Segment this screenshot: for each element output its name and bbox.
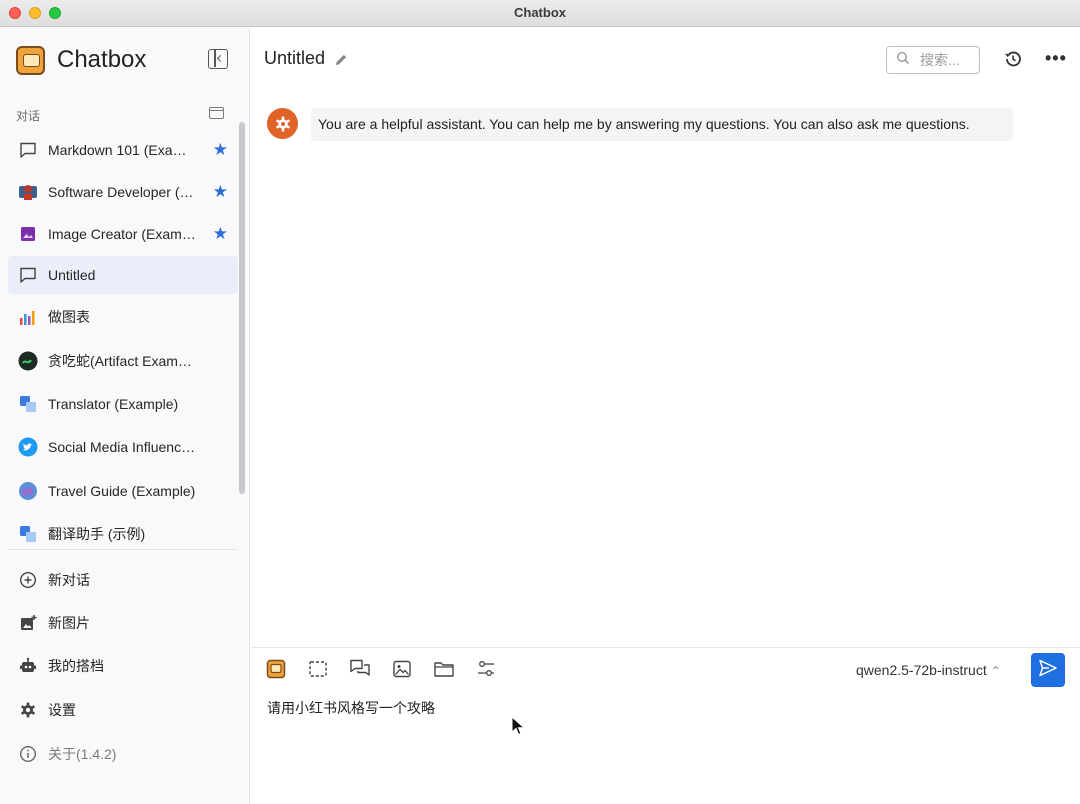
message-input[interactable]: 请用小红书风格写一个攻略 — [267, 698, 435, 718]
add-photo-icon — [18, 613, 38, 633]
send-icon — [1038, 658, 1058, 683]
conversation-label: Travel Guide (Example) — [48, 483, 196, 499]
about-button[interactable]: 关于(1.4.2) — [8, 735, 238, 773]
window-titlebar: Chatbox — [0, 0, 1080, 27]
my-copilots-button[interactable]: 我的搭档 — [8, 647, 238, 685]
message-icon — [18, 265, 38, 285]
conversation-title[interactable]: Untitled — [264, 48, 325, 69]
chevron-updown-icon: ⌃ — [990, 664, 1001, 678]
attach-image-icon[interactable] — [391, 658, 413, 680]
my-copilots-label: 我的搭档 — [48, 658, 104, 674]
conversation-item[interactable]: Markdown 101 (Example) ★ — [8, 131, 238, 169]
model-name: qwen2.5-72b-instruct — [856, 662, 987, 678]
conversation-item[interactable]: Translator (Example) — [8, 385, 238, 423]
settings-sliders-icon[interactable] — [475, 658, 497, 680]
translate-avatar-icon — [18, 524, 38, 544]
composer: qwen2.5-72b-instruct ⌃ 请用小红书风格写一个攻略 — [251, 647, 1080, 804]
conversation-item[interactable]: Image Creator (Example) ★ — [8, 215, 238, 253]
sidebar-divider — [8, 549, 238, 550]
edit-title-icon[interactable] — [334, 53, 348, 72]
plus-circle-icon — [18, 570, 38, 590]
snake-avatar-icon — [18, 351, 38, 371]
conversation-item[interactable]: Social Media Influencer (Example) — [8, 428, 238, 466]
sidebar-scrollbar[interactable] — [239, 122, 245, 494]
select-area-icon[interactable] — [307, 658, 329, 680]
send-button[interactable] — [1031, 653, 1065, 687]
conversation-item[interactable]: 翻译助手 (示例) — [8, 515, 238, 553]
chat-context-icon[interactable] — [349, 658, 371, 680]
developer-avatar-icon — [18, 182, 38, 202]
new-image-button[interactable]: 新图片 — [8, 604, 238, 642]
conversation-item[interactable]: 贪吃蛇(Artifact Example) — [8, 342, 238, 380]
history-icon[interactable] — [1003, 49, 1023, 74]
section-label-conversations: 对话 — [16, 109, 41, 123]
conversation-label: 做图表 — [48, 309, 90, 325]
clear-conversations-icon[interactable] — [209, 107, 224, 119]
mouse-cursor-icon — [511, 715, 526, 741]
conversation-label: Markdown 101 (Example) — [48, 142, 198, 158]
about-label: 关于(1.4.2) — [48, 746, 117, 762]
conversation-item[interactable]: Software Developer (Example) ★ — [8, 173, 238, 211]
search-input[interactable]: 搜索... — [886, 46, 980, 74]
brand-name: Chatbox — [57, 46, 147, 73]
globe-avatar-icon — [18, 481, 38, 501]
window-title: Chatbox — [514, 5, 566, 20]
chatbox-logo-icon — [16, 45, 45, 75]
settings-label: 设置 — [48, 702, 76, 718]
conversation-label: Image Creator (Example) — [48, 226, 198, 242]
settings-button[interactable]: 设置 — [8, 691, 238, 729]
search-icon — [896, 51, 910, 70]
sidebar-collapse-icon[interactable] — [208, 49, 228, 69]
star-icon[interactable]: ★ — [213, 141, 228, 158]
new-chat-label: 新对话 — [48, 572, 90, 588]
model-selector[interactable]: qwen2.5-72b-instruct ⌃ — [856, 662, 1001, 678]
new-image-label: 新图片 — [48, 615, 90, 631]
sidebar: Chatbox 对话 Markdown 101 (Example) ★ Soft… — [0, 27, 250, 804]
copilot-picker-icon[interactable] — [265, 658, 287, 680]
conversation-label: Untitled — [48, 267, 96, 283]
conversation-item[interactable]: 做图表 — [8, 298, 238, 336]
conversation-label: 贪吃蛇(Artifact Example) — [48, 353, 198, 369]
new-chat-button[interactable]: 新对话 — [8, 561, 238, 599]
search-placeholder: 搜索... — [920, 52, 960, 68]
star-icon[interactable]: ★ — [213, 183, 228, 200]
attach-file-icon[interactable] — [433, 658, 455, 680]
conversation-label: Social Media Influencer (Example) — [48, 439, 198, 455]
main-panel: Untitled 搜索... ••• You are a helpful ass… — [251, 27, 1080, 804]
star-icon[interactable]: ★ — [213, 225, 228, 242]
info-icon — [18, 744, 38, 764]
system-avatar-icon — [267, 108, 298, 139]
robot-icon — [18, 656, 38, 676]
twitter-avatar-icon — [18, 437, 38, 457]
conversation-label: Software Developer (Example) — [48, 184, 198, 200]
brand: Chatbox — [16, 44, 146, 76]
message-icon — [18, 140, 38, 160]
conversation-label: Translator (Example) — [48, 396, 179, 412]
more-options-icon[interactable]: ••• — [1045, 49, 1067, 67]
chart-avatar-icon — [18, 307, 38, 327]
conversation-label: 翻译助手 (示例) — [48, 526, 146, 542]
system-message: You are a helpful assistant. You can hel… — [311, 108, 1013, 141]
image-icon — [18, 224, 38, 244]
conversation-item-active[interactable]: Untitled — [8, 256, 238, 294]
conversation-item[interactable]: Travel Guide (Example) — [8, 472, 238, 510]
gear-icon — [18, 700, 38, 720]
translate-avatar-icon — [18, 394, 38, 414]
